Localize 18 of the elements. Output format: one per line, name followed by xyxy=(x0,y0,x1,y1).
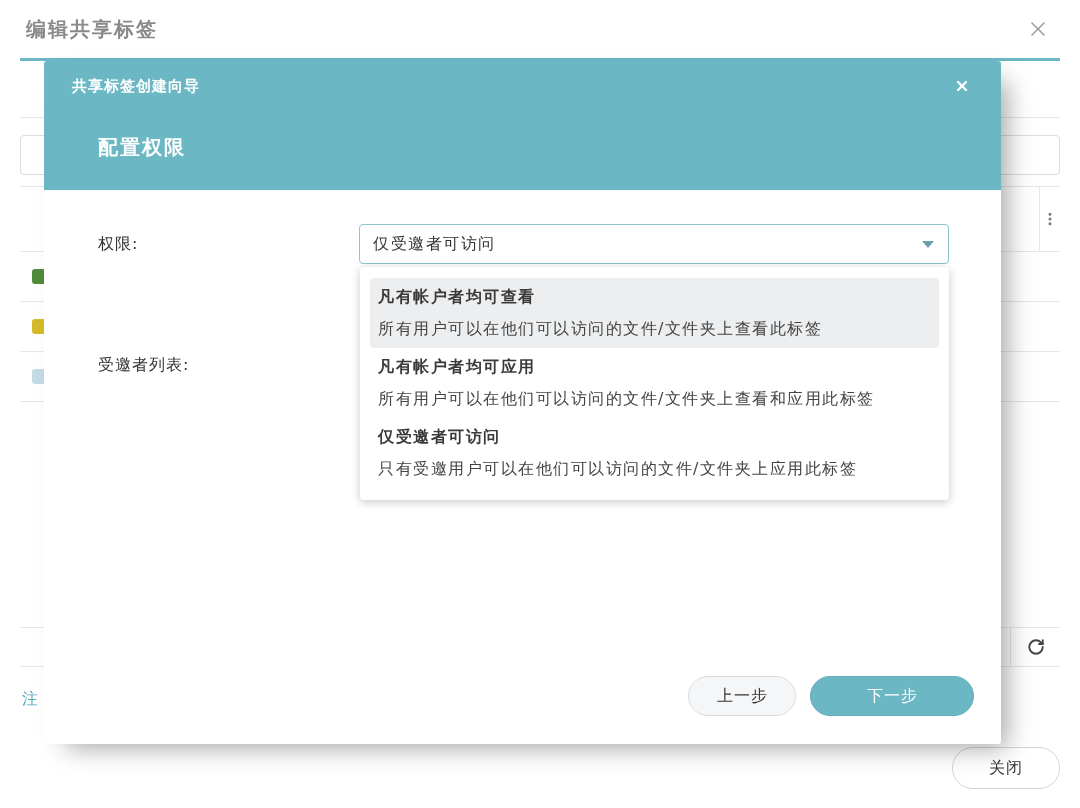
option-title: 凡有帐户者均可应用 xyxy=(378,356,537,378)
option-description: 所有用户可以在他们可以访问的文件/文件夹上查看和应用此标签 xyxy=(378,388,876,410)
caret-icon xyxy=(922,240,934,248)
refresh-icon[interactable] xyxy=(1026,638,1045,656)
option-description: 只有受邀用户可以在他们可以访问的文件/文件夹上应用此标签 xyxy=(378,458,859,480)
step-title: 配置权限 xyxy=(98,134,186,161)
dialog-title: 共享标签创建向导 xyxy=(72,75,200,97)
dropdown-option[interactable]: 凡有帐户者均可查看 所有用户可以在他们可以访问的文件/文件夹上查看此标签 xyxy=(370,278,939,348)
window-title: 编辑共享标签 xyxy=(26,16,158,43)
option-description: 所有用户可以在他们可以访问的文件/文件夹上查看此标签 xyxy=(378,318,824,340)
option-title: 仅受邀者可访问 xyxy=(378,426,502,448)
field-label: 受邀者列表: xyxy=(98,355,190,374)
close-icon[interactable] xyxy=(954,78,970,94)
field-label: 权限: xyxy=(98,234,139,253)
close-button[interactable]: 关闭 xyxy=(952,747,1060,789)
back-button[interactable]: 上一步 xyxy=(688,676,796,716)
option-title: 凡有帐户者均可查看 xyxy=(378,286,537,308)
permission-select[interactable]: 仅受邀者可访问 xyxy=(359,224,949,264)
